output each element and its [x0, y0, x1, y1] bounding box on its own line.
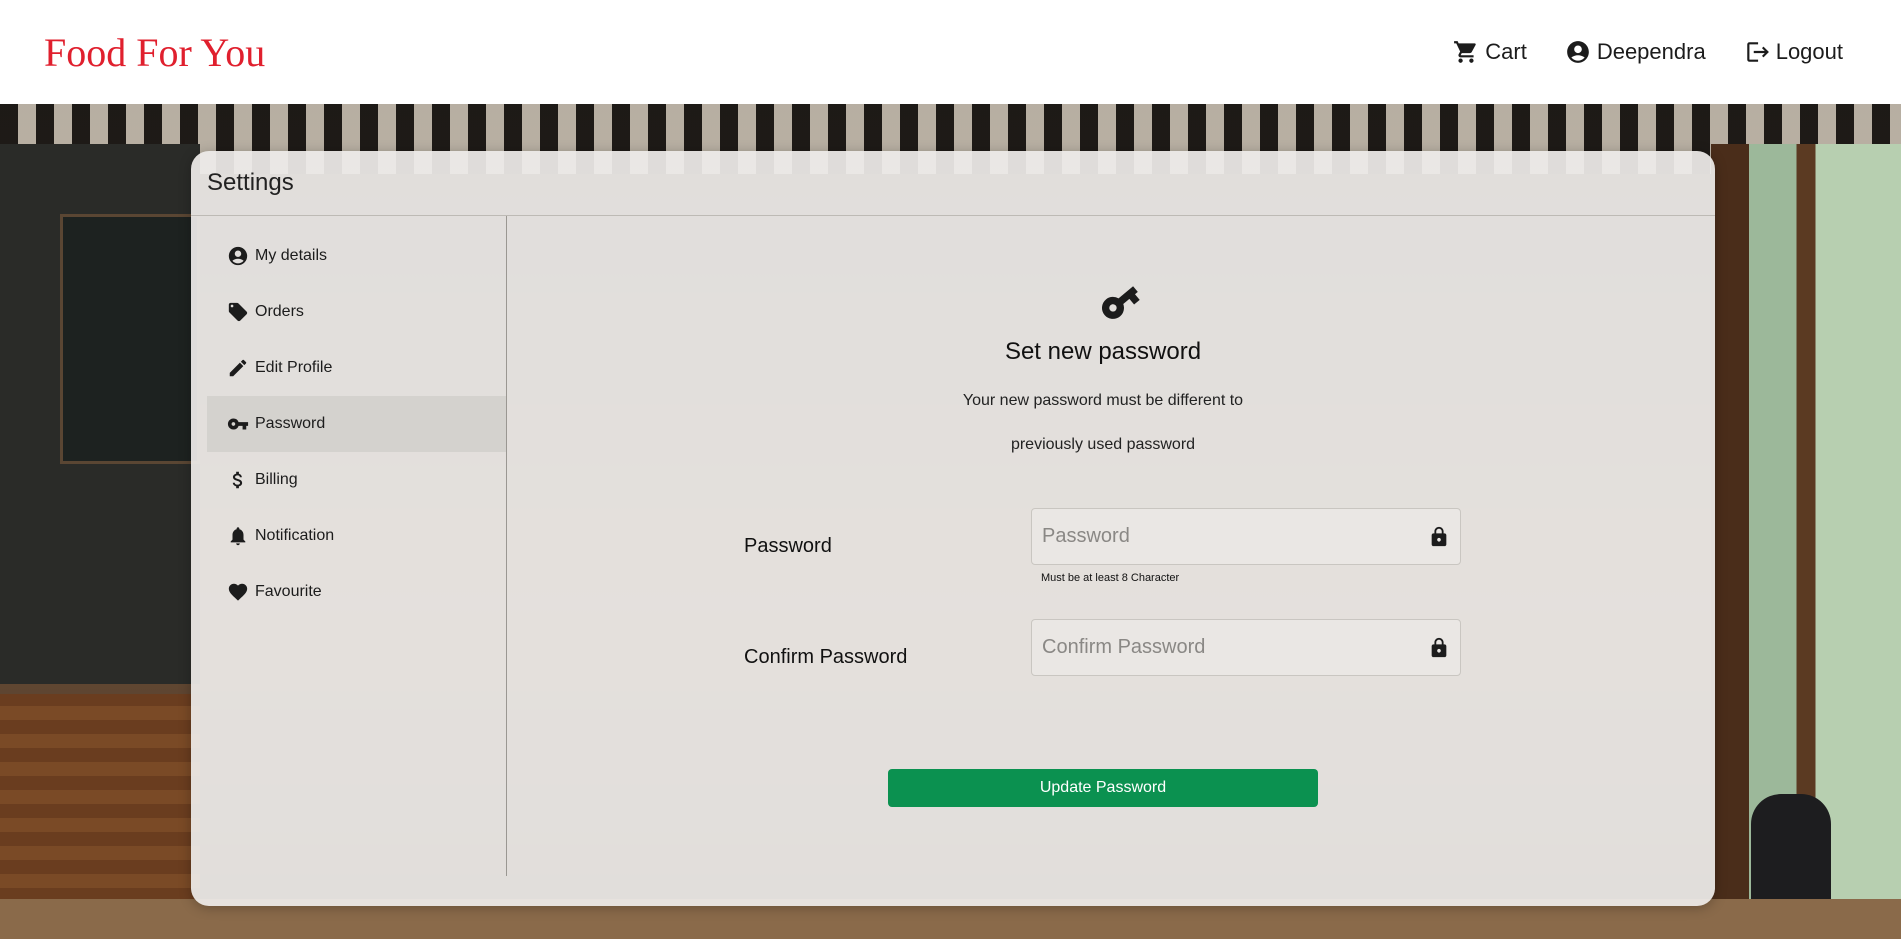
- lock-icon: [1431, 526, 1447, 546]
- password-input[interactable]: [1042, 525, 1428, 548]
- sidebar-item-favourite[interactable]: Favourite: [207, 564, 506, 620]
- logout-link[interactable]: Logout: [1744, 39, 1843, 65]
- sidebar-item-label: Notification: [255, 527, 335, 544]
- top-navbar: Food For You Cart Deependra Logout: [0, 0, 1901, 104]
- account-label: Deependra: [1596, 39, 1706, 64]
- cart-icon: [1454, 41, 1477, 63]
- settings-title: Settings: [207, 169, 294, 196]
- update-password-button[interactable]: Update Password: [888, 769, 1318, 807]
- sidebar-item-orders[interactable]: Orders: [207, 284, 506, 340]
- key-icon: [1102, 286, 1140, 319]
- sidebar-item-label: Password: [255, 415, 326, 432]
- lock-icon: [1431, 637, 1447, 657]
- key-icon: [227, 418, 249, 430]
- password-content: Set new password Your new password must …: [508, 216, 1715, 906]
- confirm-password-input[interactable]: [1042, 636, 1428, 659]
- chalkboard-decor: [60, 214, 200, 464]
- form-title: Set new password: [1004, 338, 1202, 365]
- sidebar-item-billing[interactable]: Billing: [207, 452, 506, 508]
- sidebar-item-edit-profile[interactable]: Edit Profile: [207, 340, 506, 396]
- heart-icon: [228, 583, 248, 601]
- form-description-line-2: previously used password: [1010, 436, 1196, 453]
- dollar-icon: [232, 471, 243, 489]
- settings-header: Settings: [191, 151, 1715, 216]
- tag-icon: [228, 302, 248, 322]
- account-link[interactable]: Deependra: [1565, 39, 1706, 65]
- confirm-password-label: Confirm Password: [744, 646, 908, 668]
- top-nav: Cart Deependra Logout: [1453, 39, 1843, 65]
- sidebar-item-label: Orders: [255, 303, 304, 320]
- form-description-line-1: Your new password must be different to: [962, 392, 1244, 409]
- sidebar-item-label: My details: [255, 247, 328, 264]
- sidebar-item-label: Billing: [255, 471, 298, 488]
- sidebar-item-notification[interactable]: Notification: [207, 508, 506, 564]
- account-circle-icon: [1566, 41, 1589, 63]
- password-hint: Must be at least 8 Character: [1041, 572, 1180, 584]
- settings-sidebar: My details Orders Edit Profile Password …: [207, 216, 507, 876]
- confirm-password-field[interactable]: [1031, 619, 1461, 676]
- cart-label: Cart: [1485, 39, 1527, 64]
- pencil-icon: [229, 359, 247, 377]
- bell-icon: [230, 527, 246, 546]
- logout-label: Logout: [1775, 39, 1843, 64]
- password-field[interactable]: [1031, 508, 1461, 565]
- account-circle-icon: [228, 246, 248, 266]
- cart-link[interactable]: Cart: [1453, 39, 1527, 65]
- password-label: Password: [744, 535, 832, 557]
- sidebar-item-my-details[interactable]: My details: [207, 228, 506, 284]
- settings-panel: Settings My details Orders Edit Profile …: [191, 151, 1715, 906]
- sidebar-item-password[interactable]: Password: [207, 396, 506, 452]
- logout-icon: [1746, 42, 1769, 62]
- sidebar-item-label: Favourite: [255, 583, 322, 600]
- brand-logo[interactable]: Food For You: [44, 29, 265, 76]
- sidebar-item-label: Edit Profile: [255, 359, 333, 376]
